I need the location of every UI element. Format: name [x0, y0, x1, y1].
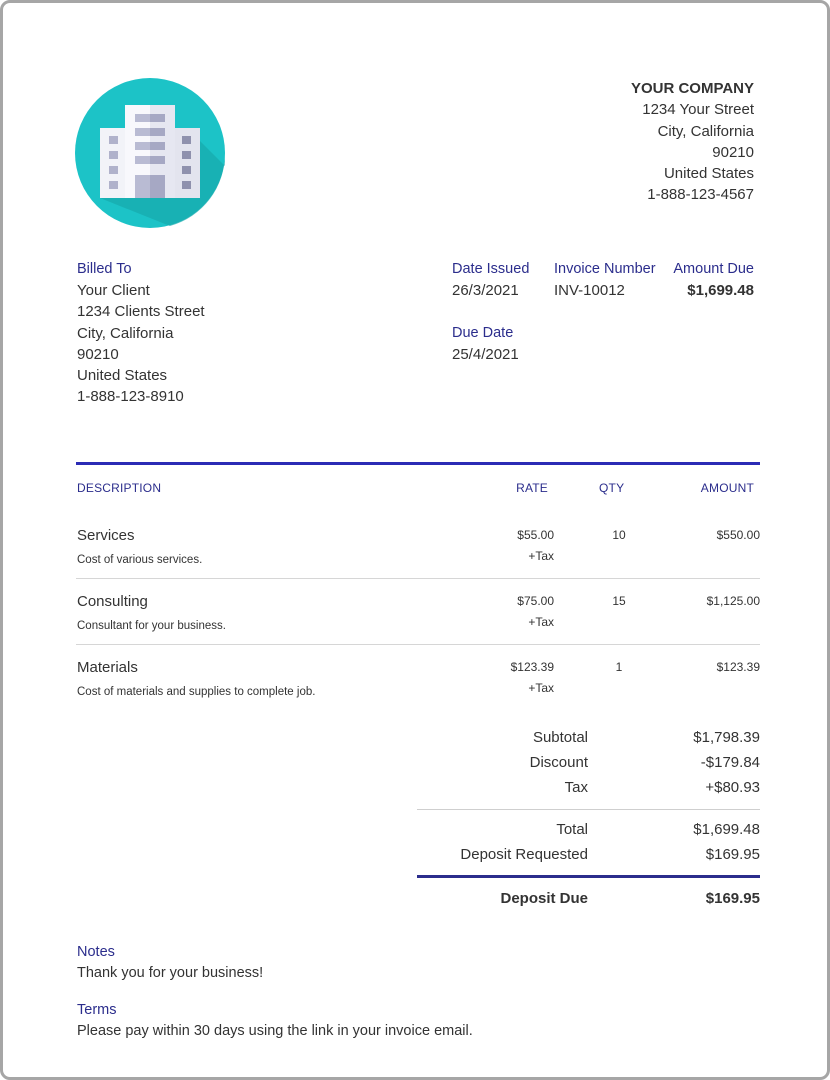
total-label: Total [556, 821, 588, 838]
terms-section: Terms Please pay within 30 days using th… [77, 1000, 473, 1042]
item-tax: +Tax [528, 615, 554, 629]
header-description: DESCRIPTION [77, 481, 162, 495]
billed-to-label: Billed To [77, 261, 132, 277]
deposit-due-value: $169.95 [705, 890, 760, 907]
notes-label: Notes [77, 944, 115, 960]
item-description: Cost of materials and supplies to comple… [77, 686, 316, 698]
item-rate: $123.39 [510, 660, 554, 674]
table-top-rule [76, 462, 760, 465]
header-qty: QTY [599, 481, 625, 495]
item-tax: +Tax [528, 681, 554, 695]
invoice-number-label: Invoice Number [554, 261, 656, 277]
item-rate: $55.00 [517, 528, 554, 542]
header-rate: RATE [516, 481, 548, 495]
date-issued-label: Date Issued [452, 261, 530, 277]
due-date: Due Date 25/4/2021 [452, 323, 519, 365]
client-zip: 90210 [77, 345, 119, 363]
deposit-due-row: Deposit Due $169.95 [417, 890, 760, 912]
date-issued-value: 26/3/2021 [452, 282, 519, 299]
invoice-page: YOUR COMPANY 1234 Your Street City, Cali… [0, 0, 830, 1080]
item-amount: $1,125.00 [706, 594, 760, 608]
company-name: YOUR COMPANY [630, 80, 754, 97]
table-row: Consulting Consultant for your business.… [76, 578, 760, 644]
amount-due-label: Amount Due [673, 261, 754, 277]
invoice-number: Invoice Number INV-10012 [554, 259, 656, 301]
notes-section: Notes Thank you for your business! [77, 942, 263, 984]
table-row: Services Cost of various services. $55.0… [76, 512, 760, 578]
company-city: City, California [657, 122, 754, 140]
discount-label: Discount [529, 754, 588, 771]
amount-due-value: $1,699.48 [687, 282, 754, 299]
client-country: United States [77, 367, 168, 385]
item-qty: 10 [612, 528, 626, 542]
discount-value: -$179.84 [700, 754, 760, 771]
terms-text: Please pay within 30 days using the link… [77, 1023, 473, 1039]
discount-row: Discount -$179.84 [417, 754, 760, 776]
item-amount: $123.39 [716, 660, 760, 674]
company-logo-building-icon [75, 78, 225, 228]
item-qty: 15 [612, 594, 626, 608]
company-country: United States [663, 165, 754, 183]
total-row: Total $1,699.48 [417, 821, 760, 843]
deposit-due-label: Deposit Due [500, 890, 588, 907]
item-name: Materials [77, 659, 138, 676]
deposit-due-rule [417, 875, 760, 878]
item-tax: +Tax [528, 549, 554, 563]
item-name: Services [77, 527, 135, 544]
tax-value: +$80.93 [705, 779, 760, 796]
due-date-label: Due Date [452, 325, 514, 341]
totals-divider [417, 809, 760, 810]
billed-to: Billed To Your Client 1234 Clients Stree… [77, 259, 205, 407]
invoice-number-value: INV-10012 [554, 282, 625, 299]
item-rate: $75.00 [517, 594, 554, 608]
notes-text: Thank you for your business! [77, 965, 264, 981]
subtotal-row: Subtotal $1,798.39 [417, 729, 760, 751]
table-row: Materials Cost of materials and supplies… [76, 644, 760, 710]
terms-label: Terms [77, 1002, 117, 1018]
deposit-requested-value: $169.95 [705, 846, 760, 863]
tax-label: Tax [564, 779, 588, 796]
item-name: Consulting [77, 593, 148, 610]
item-qty: 1 [615, 660, 623, 674]
header-amount: AMOUNT [700, 481, 754, 495]
tax-row: Tax +$80.93 [417, 779, 760, 801]
deposit-requested-label: Deposit Requested [460, 846, 588, 863]
item-description: Consultant for your business. [77, 620, 226, 632]
subtotal-label: Subtotal [532, 729, 588, 746]
client-name: Your Client [77, 282, 150, 300]
date-issued: Date Issued 26/3/2021 [452, 259, 529, 301]
company-phone: 1-888-123-4567 [647, 186, 754, 204]
company-zip: 90210 [712, 143, 754, 161]
total-value: $1,699.48 [693, 821, 760, 838]
amount-due: Amount Due $1,699.48 [673, 259, 754, 301]
due-date-value: 25/4/2021 [452, 346, 519, 363]
deposit-requested-row: Deposit Requested $169.95 [417, 846, 760, 868]
client-phone: 1-888-123-8910 [77, 388, 184, 406]
client-city: City, California [77, 324, 174, 342]
item-description: Cost of various services. [77, 554, 203, 566]
item-amount: $550.00 [716, 528, 760, 542]
company-street: 1234 Your Street [642, 101, 754, 119]
company-address: YOUR COMPANY 1234 Your Street City, Cali… [631, 78, 754, 206]
subtotal-value: $1,798.39 [693, 729, 760, 746]
client-street: 1234 Clients Street [77, 303, 205, 321]
